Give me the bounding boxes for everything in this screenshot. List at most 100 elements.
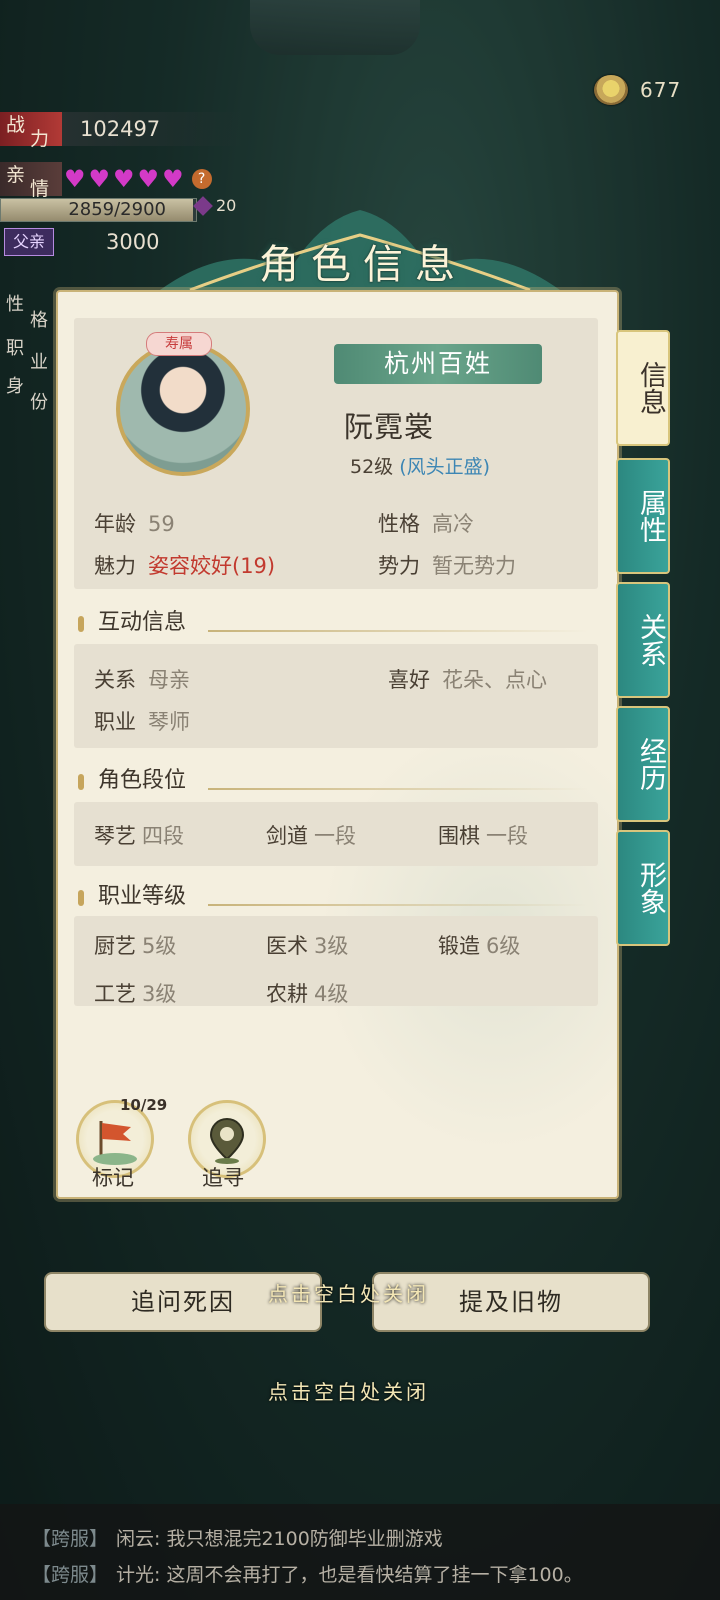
rank-value: 一段	[486, 824, 528, 848]
age-field: 年龄 59	[94, 508, 175, 538]
close-hint-upper[interactable]: 点击空白处关闭	[268, 1278, 429, 1307]
side-label-a: 身	[6, 376, 24, 397]
tab-info[interactable]: 信息	[616, 330, 670, 446]
relation-value: 母亲	[148, 668, 190, 692]
mark-counter: 10/29	[120, 1096, 168, 1114]
career-item: 农耕 4级	[266, 978, 348, 1008]
relation-field: 关系 母亲	[94, 664, 190, 694]
heart-icon: ♥	[88, 165, 111, 193]
character-info-panel: 寿属 杭州百姓 阮霓裳 52级 (风头正盛) 年龄 59 性格 高冷 魅力 姿容姣好(1…	[56, 290, 619, 1199]
hobby-field: 喜好 花朵、点心	[388, 664, 547, 694]
temper-value: 高冷	[432, 512, 474, 536]
career-value: 3级	[314, 934, 349, 958]
track-label: 追寻	[202, 1166, 244, 1190]
heart-icon: ♥	[64, 165, 86, 193]
career-label: 厨艺	[94, 934, 136, 958]
chat-message: 【跨服】 闲云: 我只想混完2100防御毕业删游戏	[32, 1524, 443, 1551]
kinship-label-2: 情	[30, 178, 50, 200]
chat-text: 计光: 这周不会再打了，也是看快结算了挂一下拿100。	[116, 1564, 583, 1586]
section-divider	[208, 904, 588, 906]
career-label: 锻造	[438, 934, 480, 958]
power-label-2: 力	[30, 128, 50, 150]
kinship-tag: 亲 情	[0, 162, 62, 200]
rank-label: 琴艺	[94, 824, 136, 848]
character-name: 阮霓裳	[344, 410, 435, 444]
job-field: 职业 琴师	[94, 706, 190, 736]
influence-value: 暂无势力	[432, 554, 516, 578]
career-value: 3级	[142, 982, 177, 1006]
tab-attributes[interactable]: 属性	[616, 458, 670, 574]
chat-channel: 【跨服】	[32, 1564, 109, 1586]
section-divider	[208, 788, 588, 790]
tab-experience[interactable]: 经历	[616, 706, 670, 822]
modal-title: 角色信息	[259, 242, 467, 288]
hobby-value: 花朵、点心	[442, 668, 547, 692]
influence-field: 势力 暂无势力	[378, 550, 516, 580]
side-label-a: 性	[6, 294, 24, 315]
power-row: 战 力 102497	[0, 112, 250, 150]
job-label: 职业	[94, 710, 136, 734]
power-label-1: 战	[6, 114, 26, 136]
father-row: 父亲 3000	[0, 228, 159, 256]
tab-experience-label: 经历	[635, 737, 666, 791]
heart-icon: ♥	[137, 165, 160, 193]
career-label: 医术	[266, 934, 308, 958]
character-portrait	[116, 342, 250, 476]
chat-text: 闲云: 我只想混完2100防御毕业删游戏	[116, 1528, 443, 1550]
tab-appearance[interactable]: 形象	[616, 830, 670, 946]
character-level: 52级 (风头正盛)	[350, 452, 490, 479]
career-item: 厨艺 5级	[94, 930, 176, 960]
charm-label: 魅力	[94, 554, 136, 578]
side-label-b: 业	[30, 352, 48, 373]
chat-bar[interactable]: 【跨服】 闲云: 我只想混完2100防御毕业删游戏 【跨服】 计光: 这周不会再打了…	[0, 1504, 720, 1600]
age-value: 59	[148, 512, 175, 536]
rank-value: 四段	[142, 824, 184, 848]
kinship-row: 亲 情 ♥ ♥ ♥ ♥ ♥ ?	[0, 162, 212, 200]
currency-display: 677	[594, 74, 712, 106]
career-section-title: 职业等级	[78, 880, 186, 914]
career-item: 医术 3级	[266, 930, 348, 960]
hobby-label: 喜好	[388, 668, 430, 692]
rank-item: 围棋 一段	[438, 820, 528, 850]
relation-label: 关系	[94, 668, 136, 692]
close-hint-lower[interactable]: 点击空白处关闭	[268, 1376, 429, 1405]
side-label-a: 职	[6, 338, 24, 359]
level-status: (风头正盛)	[399, 456, 491, 478]
portrait-badge: 寿属	[146, 332, 212, 356]
temper-field: 性格 高冷	[378, 508, 474, 538]
interaction-section-title: 互动信息	[78, 606, 186, 640]
side-label-b: 格	[30, 310, 48, 331]
father-button[interactable]: 父亲	[4, 228, 54, 256]
power-value: 102497	[62, 112, 250, 146]
heart-icon: ♥	[162, 165, 184, 193]
rank-value: 一段	[314, 824, 356, 848]
career-item: 工艺 3级	[94, 978, 176, 1008]
temper-label: 性格	[378, 512, 420, 536]
career-item: 锻造 6级	[438, 930, 520, 960]
rank-item: 琴艺 四段	[94, 820, 184, 850]
age-label: 年龄	[94, 512, 136, 536]
chat-message: 【跨服】 计光: 这周不会再打了，也是看快结算了挂一下拿100。	[32, 1560, 583, 1587]
level-value: 52级	[350, 456, 394, 478]
career-label: 农耕	[266, 982, 308, 1006]
hearts-row: ♥ ♥ ♥ ♥ ♥	[64, 166, 184, 192]
kinship-label-1: 亲	[6, 164, 26, 186]
influence-label: 势力	[378, 554, 420, 578]
tab-relations-label: 关系	[635, 613, 666, 667]
career-value: 6级	[486, 934, 521, 958]
charm-field: 魅力 姿容姣好(19)	[94, 550, 275, 580]
tab-relations[interactable]: 关系	[616, 582, 670, 698]
faction-ribbon: 杭州百姓	[334, 344, 542, 384]
side-label-b: 份	[30, 392, 48, 413]
power-tag: 战 力	[0, 112, 62, 150]
currency-value: 677	[640, 78, 682, 102]
help-icon[interactable]: ?	[191, 169, 212, 189]
ranks-section-title: 角色段位	[78, 764, 186, 798]
heart-icon: ♥	[113, 165, 135, 193]
career-value: 4级	[314, 982, 349, 1006]
career-value: 5级	[142, 934, 177, 958]
rank-label: 围棋	[438, 824, 480, 848]
mark-label: 标记	[92, 1166, 134, 1190]
career-label: 工艺	[94, 982, 136, 1006]
charm-value: 姿容姣好(19)	[148, 554, 276, 578]
